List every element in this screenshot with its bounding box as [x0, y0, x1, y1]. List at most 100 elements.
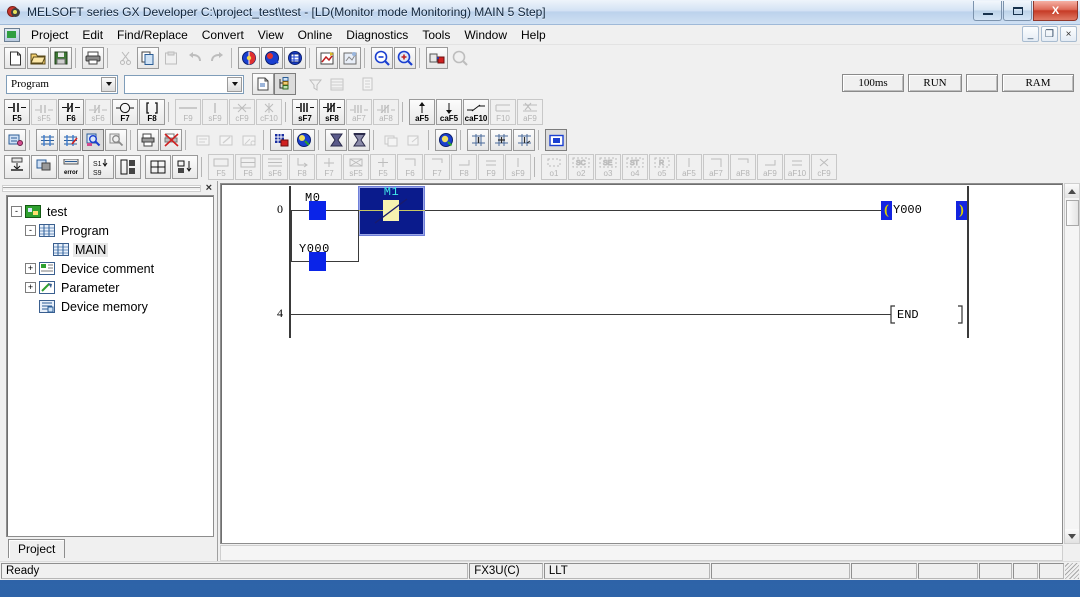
copy-button[interactable]	[137, 47, 159, 69]
statement-edit-button[interactable]	[215, 129, 237, 151]
scroll-down-button[interactable]	[1065, 529, 1079, 543]
tree-node-device-memory[interactable]: Device memory	[11, 297, 211, 316]
vertical-scroll-thumb[interactable]	[1066, 200, 1079, 226]
sfc-transition-button[interactable]: F7	[316, 154, 342, 180]
close-button[interactable]: X	[1033, 1, 1078, 21]
program-check-button[interactable]	[238, 47, 260, 69]
tree-node-program[interactable]: - Program	[11, 221, 211, 240]
drag-grip-icon[interactable]	[2, 185, 201, 192]
menu-item-find-replace[interactable]: Find/Replace	[110, 26, 195, 44]
grid-button[interactable]	[145, 155, 171, 179]
note-display-button[interactable]	[513, 129, 535, 151]
menu-item-help[interactable]: Help	[514, 26, 553, 44]
note-edit-button[interactable]	[238, 129, 260, 151]
monitor-mode-button[interactable]	[82, 129, 104, 151]
filter-button[interactable]	[304, 73, 326, 95]
delete-monitor-button[interactable]	[160, 129, 182, 151]
chevron-down-icon[interactable]	[101, 77, 116, 92]
sfc-block-start-button[interactable]: F6	[235, 154, 261, 180]
project-tree-close-button[interactable]: ×	[203, 182, 215, 194]
save-project-button[interactable]	[50, 47, 72, 69]
print-button[interactable]	[82, 47, 104, 69]
menu-item-diagnostics[interactable]: Diagnostics	[339, 26, 415, 44]
new-project-button[interactable]	[4, 47, 26, 69]
sfc-r-button[interactable]: R o5	[649, 154, 675, 180]
mdi-minimize-button[interactable]: _	[1022, 26, 1039, 42]
program-name-combo[interactable]	[124, 75, 244, 94]
menu-item-online[interactable]: Online	[291, 26, 340, 44]
sfc-line-af8-button[interactable]: aF8	[730, 154, 756, 180]
remote-operation-button[interactable]	[449, 47, 471, 69]
no-contact-button[interactable]: F5	[4, 99, 30, 125]
plc-write-button[interactable]	[4, 155, 30, 179]
sfc-corner-button[interactable]: F6	[397, 154, 423, 180]
sfc-sc-button[interactable]: SC o2	[568, 154, 594, 180]
end-instruction[interactable]: END	[889, 305, 919, 324]
no-contact-parallel-button[interactable]: sF5	[31, 99, 57, 125]
sfc-dash-box-button[interactable]: o1	[541, 154, 567, 180]
compare-box-button[interactable]: F10	[490, 99, 516, 125]
coil-right-pa[interactable]: )	[956, 201, 967, 220]
sfc-selective-button[interactable]: sF5	[343, 154, 369, 180]
ladder-canvas[interactable]: 0 M0 M1	[221, 184, 1062, 543]
vertical-scrollbar[interactable]	[1064, 183, 1080, 544]
tree-node-test[interactable]: - test	[11, 202, 211, 221]
menu-item-window[interactable]: Window	[457, 26, 514, 44]
find-device-button[interactable]	[435, 129, 457, 151]
sfc-jump-button[interactable]: F8	[289, 154, 315, 180]
rising-pulse-button[interactable]: sF7	[292, 99, 318, 125]
block-list-button[interactable]	[115, 155, 141, 179]
expander-icon[interactable]: +	[25, 263, 36, 274]
entry-monitor-button[interactable]	[293, 129, 315, 151]
project-tab[interactable]: Project	[8, 539, 65, 558]
sfc-parallel-button[interactable]: F9	[478, 154, 504, 180]
monitor-write-mode-button[interactable]	[4, 129, 26, 151]
device-test-button[interactable]	[426, 47, 448, 69]
print-preview-button[interactable]	[137, 129, 159, 151]
menu-item-tools[interactable]: Tools	[415, 26, 457, 44]
redo-button[interactable]	[206, 47, 228, 69]
device-batch-monitor-button[interactable]	[270, 129, 292, 151]
invert-up-button[interactable]: aF5	[409, 99, 435, 125]
monitor-start-button[interactable]	[371, 47, 393, 69]
minimize-button[interactable]	[973, 1, 1002, 21]
new-window-button[interactable]	[252, 73, 274, 95]
mdi-restore-button[interactable]: ❐	[1041, 26, 1058, 42]
falling-pulse-parallel-button[interactable]: aF8	[373, 99, 399, 125]
cut-button[interactable]	[114, 47, 136, 69]
menu-item-edit[interactable]: Edit	[75, 26, 110, 44]
sfc-corner2-button[interactable]: F7	[424, 154, 450, 180]
menu-item-view[interactable]: View	[251, 26, 291, 44]
convert-all-button[interactable]	[284, 47, 306, 69]
undo-button[interactable]	[183, 47, 205, 69]
tree-node-device-comment[interactable]: + Device comment	[11, 259, 211, 278]
convert-button[interactable]	[261, 47, 283, 69]
step-s1s9-button[interactable]: S1S9	[88, 155, 114, 179]
sfc-vertical-button[interactable]: F5	[370, 154, 396, 180]
vertical-line-button[interactable]: sF9	[202, 99, 228, 125]
mdi-close-button[interactable]: ×	[1060, 26, 1077, 42]
comment-display-button[interactable]	[467, 129, 489, 151]
sfc-step-button[interactable]: F5	[208, 154, 234, 180]
sfc-vline-button[interactable]: sF9	[505, 154, 531, 180]
plc-error-button[interactable]: error	[58, 155, 84, 179]
monitor-write-button[interactable]	[105, 129, 127, 151]
sfc-st-button[interactable]: ST o4	[622, 154, 648, 180]
nc-contact-button[interactable]: F6	[58, 99, 84, 125]
open-project-button[interactable]	[27, 47, 49, 69]
program-type-combo[interactable]: Program	[6, 75, 118, 94]
read-from-plc-button[interactable]	[339, 47, 361, 69]
paste-button[interactable]	[160, 47, 182, 69]
coil-button[interactable]: F7	[112, 99, 138, 125]
sfc-corner3-button[interactable]: F8	[451, 154, 477, 180]
horizontal-scrollbar[interactable]	[220, 545, 1063, 561]
ladder-edit-button[interactable]	[36, 129, 58, 151]
application-instruction-button[interactable]: F8	[139, 99, 165, 125]
project-tree[interactable]: - test - Program	[6, 195, 214, 537]
sfc-line-af10-button[interactable]: aF10	[784, 154, 810, 180]
window-tile-button[interactable]	[380, 129, 402, 151]
window-cascade-button[interactable]	[403, 129, 425, 151]
ladder-diagram[interactable]: 0 M0 M1	[220, 183, 1063, 544]
falling-pulse-button[interactable]: sF8	[319, 99, 345, 125]
maximize-button[interactable]	[1003, 1, 1032, 21]
